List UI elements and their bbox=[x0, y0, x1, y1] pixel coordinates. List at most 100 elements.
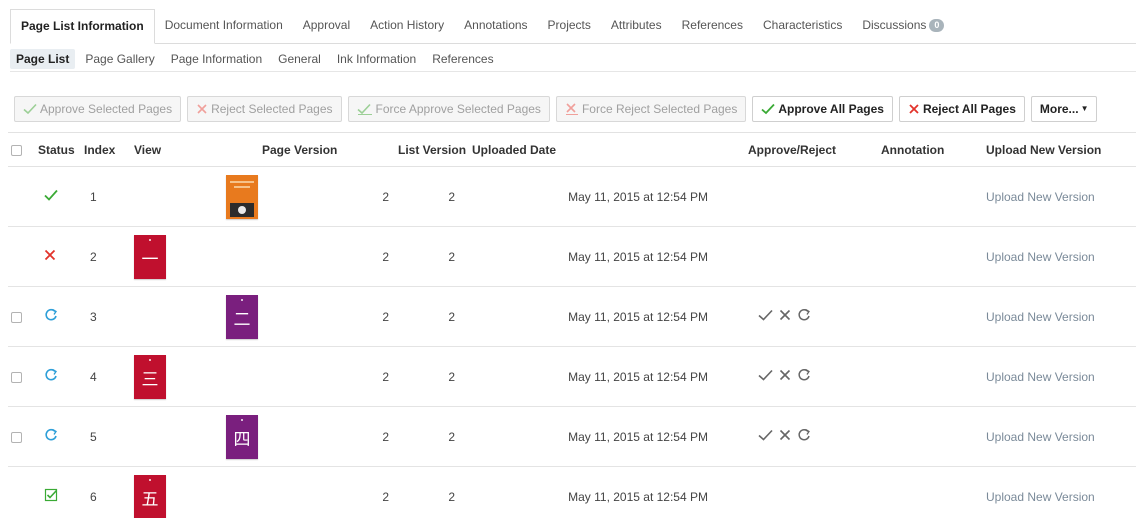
col-index[interactable]: Index bbox=[84, 132, 134, 167]
approve-reject-controls bbox=[758, 428, 811, 445]
table-row: 4 三 2 2 May 11, 2015 at 12:54 PM Upload New V… bbox=[8, 346, 1136, 407]
tab-projects[interactable]: Projects bbox=[538, 9, 601, 43]
upload-new-version-link[interactable]: Upload New Version bbox=[986, 310, 1095, 324]
subtab-page-gallery[interactable]: Page Gallery bbox=[79, 49, 160, 69]
tab-approval[interactable]: Approval bbox=[293, 9, 360, 43]
row-select-cell bbox=[8, 346, 32, 407]
reset-page-icon[interactable] bbox=[797, 368, 811, 385]
uploaded-date-cell: May 11, 2015 at 12:54 PM bbox=[472, 406, 722, 467]
page-thumbnail[interactable] bbox=[226, 175, 258, 219]
status-cell bbox=[32, 286, 84, 347]
tab-document-information[interactable]: Document Information bbox=[155, 9, 293, 43]
tab-characteristics[interactable]: Characteristics bbox=[753, 9, 852, 43]
upload-new-version-link[interactable]: Upload New Version bbox=[986, 490, 1095, 504]
thumbnail-glyph: 四 bbox=[233, 429, 251, 450]
approve-page-icon[interactable] bbox=[758, 369, 773, 384]
page-version-cell: 2 bbox=[262, 286, 392, 347]
col-approve-reject: Approve/Reject bbox=[722, 132, 872, 167]
more-dropdown-button[interactable]: More... ▼ bbox=[1030, 96, 1098, 122]
col-status[interactable]: Status bbox=[32, 132, 84, 167]
upload-cell: Upload New Version bbox=[977, 406, 1136, 467]
page-thumbnail[interactable]: 四 bbox=[226, 415, 258, 459]
annotation-cell bbox=[872, 286, 977, 347]
reject-page-icon[interactable] bbox=[779, 369, 791, 384]
subtab-ink-information[interactable]: Ink Information bbox=[331, 49, 422, 69]
subtab-page-information[interactable]: Page Information bbox=[165, 49, 268, 69]
tab-references[interactable]: References bbox=[672, 9, 753, 43]
action-toolbar: Approve Selected Pages Reject Selected P… bbox=[14, 96, 1103, 122]
button-label: Force Approve Selected Pages bbox=[375, 102, 541, 116]
upload-new-version-link[interactable]: Upload New Version bbox=[986, 430, 1095, 444]
reset-page-icon[interactable] bbox=[797, 428, 811, 445]
approve-page-icon[interactable] bbox=[758, 429, 773, 444]
upload-new-version-link[interactable]: Upload New Version bbox=[986, 190, 1095, 204]
col-page-version[interactable]: Page Version bbox=[262, 132, 392, 167]
row-select-cell bbox=[8, 226, 32, 287]
tab-label: Approval bbox=[302, 18, 351, 32]
tab-label: Document Information bbox=[164, 18, 283, 32]
col-uploaded-date[interactable]: Uploaded Date bbox=[472, 132, 722, 167]
tab-discussions[interactable]: Discussions 0 bbox=[852, 9, 954, 43]
page-thumbnail[interactable]: 一 bbox=[134, 235, 166, 279]
upload-cell: Upload New Version bbox=[977, 226, 1136, 287]
tab-action-history[interactable]: Action History bbox=[360, 9, 454, 43]
select-all-checkbox[interactable] bbox=[11, 144, 22, 156]
reject-selected-button[interactable]: Reject Selected Pages bbox=[187, 96, 342, 122]
row-checkbox[interactable] bbox=[11, 431, 22, 443]
col-list-version[interactable]: List Version bbox=[392, 132, 472, 167]
subtab-references[interactable]: References bbox=[426, 49, 499, 69]
index-cell: 6 bbox=[84, 466, 134, 518]
approve-reject-cell bbox=[722, 226, 872, 287]
tab-attributes[interactable]: Attributes bbox=[601, 9, 672, 43]
refresh-icon bbox=[44, 308, 58, 322]
view-cell: 五 bbox=[134, 466, 262, 518]
upload-cell: Upload New Version bbox=[977, 466, 1136, 518]
annotation-cell bbox=[872, 346, 977, 407]
cover-art-icon bbox=[226, 175, 258, 219]
page-marker bbox=[241, 299, 243, 301]
reject-all-button[interactable]: Reject All Pages bbox=[898, 96, 1025, 122]
page-version-cell: 2 bbox=[262, 466, 392, 518]
tab-label: Projects bbox=[547, 18, 591, 32]
row-select-cell bbox=[8, 466, 32, 518]
page-thumbnail[interactable]: 三 bbox=[134, 355, 166, 399]
thumbnail-glyph: 三 bbox=[141, 369, 159, 390]
thumbnail-glyph: 一 bbox=[141, 249, 159, 270]
view-cell: 二 bbox=[134, 286, 262, 347]
tab-annotations[interactable]: Annotations bbox=[454, 9, 537, 43]
upload-new-version-link[interactable]: Upload New Version bbox=[986, 370, 1095, 384]
view-cell: 三 bbox=[134, 346, 262, 407]
tab-page-list-information[interactable]: Page List Information bbox=[10, 9, 155, 44]
subtab-general[interactable]: General bbox=[272, 49, 327, 69]
list-version-cell: 2 bbox=[392, 286, 472, 347]
tab-label: Attributes bbox=[610, 18, 662, 32]
page-marker bbox=[149, 239, 151, 241]
subtab-page-list[interactable]: Page List bbox=[10, 48, 76, 69]
force-approve-selected-button[interactable]: Force Approve Selected Pages bbox=[347, 96, 550, 122]
table-row: 6 五 2 2 May 11, 2015 at 12:54 PM Upload New V… bbox=[8, 466, 1136, 518]
approve-selected-button[interactable]: Approve Selected Pages bbox=[14, 96, 182, 122]
page-version-cell: 2 bbox=[262, 406, 392, 467]
approve-page-icon[interactable] bbox=[758, 309, 773, 324]
index-cell: 5 bbox=[84, 406, 134, 467]
annotation-cell bbox=[872, 466, 977, 518]
upload-cell: Upload New Version bbox=[977, 346, 1136, 407]
force-reject-selected-button[interactable]: Force Reject Selected Pages bbox=[555, 96, 747, 122]
approve-reject-cell bbox=[722, 166, 872, 227]
approve-reject-controls bbox=[758, 368, 811, 385]
reject-page-icon[interactable] bbox=[779, 429, 791, 444]
page-version-cell: 2 bbox=[262, 226, 392, 287]
annotation-cell bbox=[872, 166, 977, 227]
reset-page-icon[interactable] bbox=[797, 308, 811, 325]
caret-down-icon: ▼ bbox=[1080, 104, 1089, 113]
row-checkbox[interactable] bbox=[11, 311, 22, 323]
check-icon bbox=[44, 189, 58, 201]
row-select-cell bbox=[8, 406, 32, 467]
row-checkbox[interactable] bbox=[11, 371, 22, 383]
page-thumbnail[interactable]: 五 bbox=[134, 475, 166, 518]
upload-new-version-link[interactable]: Upload New Version bbox=[986, 250, 1095, 264]
approve-reject-cell bbox=[722, 466, 872, 518]
reject-page-icon[interactable] bbox=[779, 309, 791, 324]
approve-all-button[interactable]: Approve All Pages bbox=[752, 96, 893, 122]
page-thumbnail[interactable]: 二 bbox=[226, 295, 258, 339]
